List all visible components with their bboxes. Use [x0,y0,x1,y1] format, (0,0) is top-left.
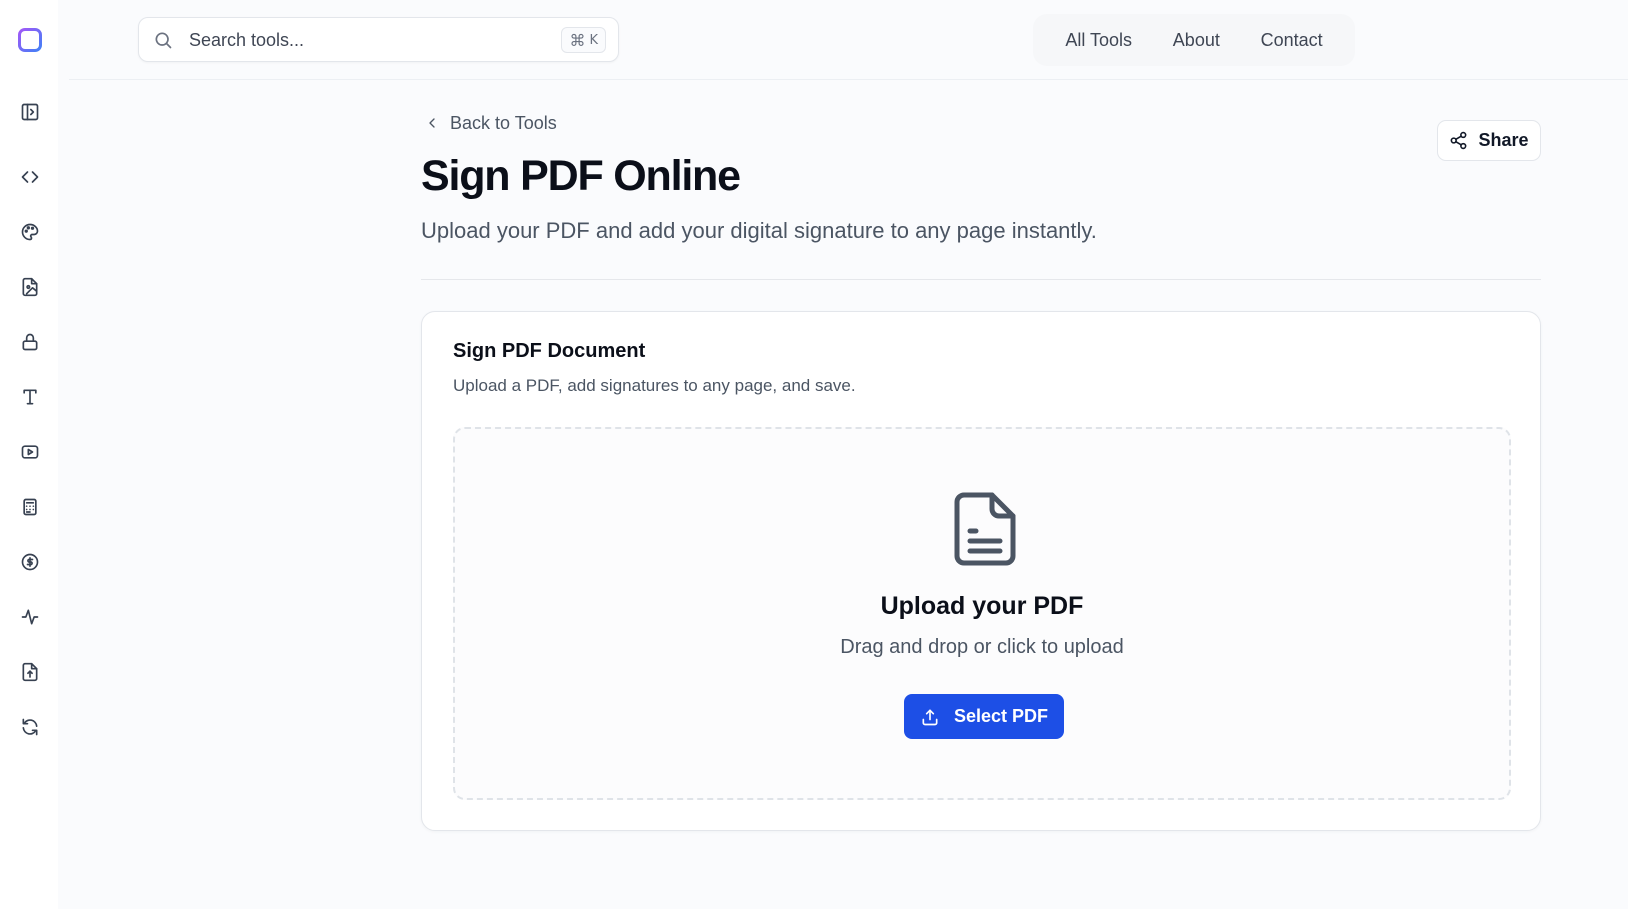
command-key-icon: ⌘ [569,30,586,50]
select-pdf-label: Select PDF [953,706,1049,726]
nav-about[interactable]: About [1173,30,1220,51]
select-pdf-button[interactable]: Select PDF [904,694,1064,739]
activity-icon[interactable] [18,605,42,629]
upload-title: Upload your PDF [880,592,1084,620]
back-label: Back to Tools [450,112,557,133]
card-title: Sign PDF Document [453,340,646,362]
nav-contact[interactable]: Contact [1261,30,1323,51]
dollar-icon[interactable] [18,550,42,574]
back-to-tools-link[interactable]: Back to Tools [424,110,557,136]
upload-icon [922,709,938,725]
card-description: Upload a PDF, add signatures to any page… [453,376,856,395]
search-box[interactable]: ⌘ K [138,17,619,62]
page-title: Sign PDF Online [421,152,741,200]
video-icon[interactable] [18,440,42,464]
page-subtitle: Upload your PDF and add your digital sig… [421,218,1097,243]
app-logo[interactable] [18,28,42,52]
nav-all-tools[interactable]: All Tools [1065,30,1132,51]
document-icon [952,491,1018,567]
sign-pdf-card: Sign PDF Document Upload a PDF, add sign… [421,311,1541,831]
type-icon[interactable] [18,385,42,409]
main-nav: All Tools About Contact [1033,14,1355,66]
palette-icon[interactable] [18,220,42,244]
file-image-icon[interactable] [18,275,42,299]
file-upload-icon[interactable] [18,660,42,684]
sidebar-toggle-icon[interactable] [18,100,42,124]
upload-hint: Drag and drop or click to upload [840,636,1124,658]
shortcut-key: K [589,32,598,48]
chevron-left-icon [429,118,435,128]
refresh-icon[interactable] [18,715,42,739]
search-input[interactable] [189,27,529,53]
calculator-icon[interactable] [18,495,42,519]
upload-dropzone[interactable]: Upload your PDF Drag and drop or click t… [453,427,1511,800]
divider [421,279,1541,280]
sidebar [0,0,58,909]
share-icon [1451,131,1467,150]
shortcut-badge: ⌘ K [561,27,606,53]
share-button[interactable]: Share [1437,120,1541,161]
search-icon [153,30,173,50]
code-icon[interactable] [18,165,42,189]
lock-icon[interactable] [18,330,42,354]
share-label: Share [1478,130,1529,150]
top-bar: ⌘ K All Tools About Contact [69,0,1628,80]
